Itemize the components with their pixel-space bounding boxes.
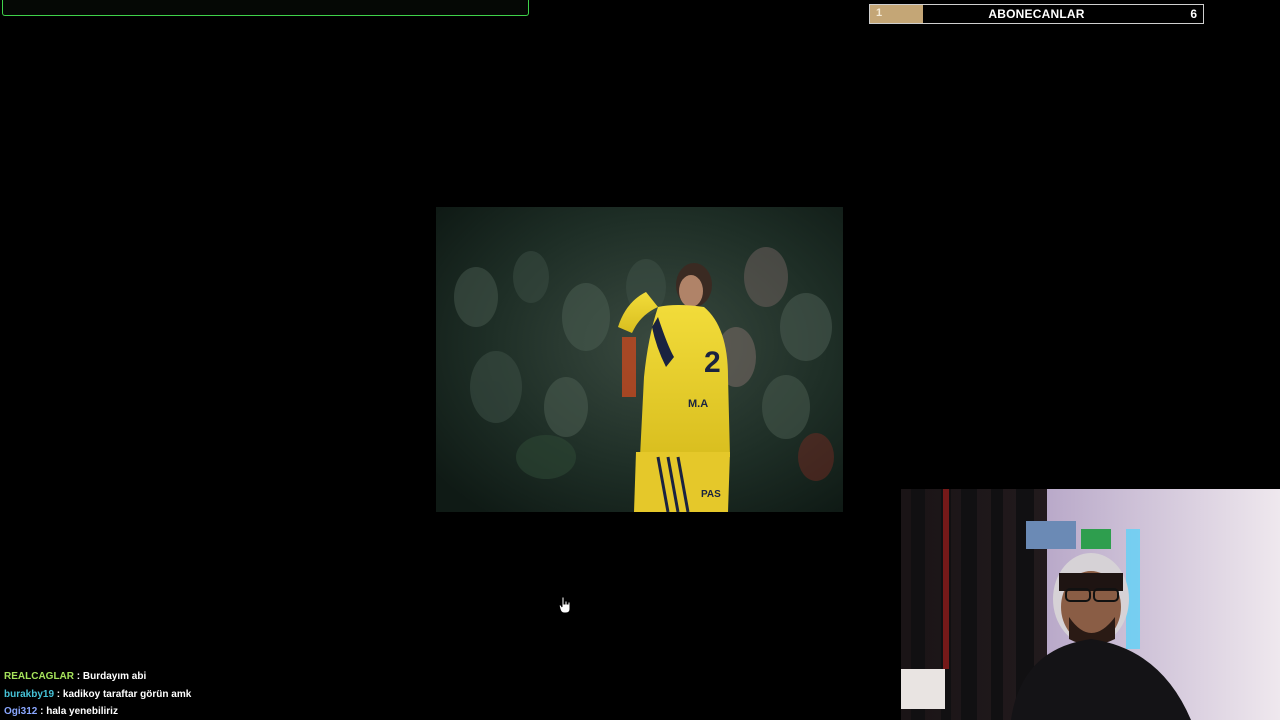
subscriber-goal-end: 6	[1190, 7, 1197, 21]
chat-text: Burdayım abi	[82, 671, 147, 682]
chat-separator: :	[37, 706, 47, 717]
svg-text:2: 2	[704, 346, 721, 379]
svg-text:PAS: PAS	[701, 489, 721, 500]
chat-text: kadikoy taraftar görün amk	[62, 688, 192, 700]
chat-message: REALCAGLAR : Burdayım abi	[4, 668, 524, 686]
chat-username: REALCAGLAR	[4, 671, 74, 682]
chat-username: burakby19	[4, 688, 55, 700]
stream-overlay: 1 ABONECANLAR 6 2 M.A PAS REALCAGLAR: B…	[0, 0, 1280, 720]
chat-message: burakby19 : kadikoy taraftar görün amk	[4, 686, 524, 704]
chat-overlay: REALCAGLAR : Burdayım abi burakby19 : ka…	[4, 668, 524, 720]
hand-pointer-icon	[558, 596, 572, 614]
media-player[interactable]: 2 M.A PAS	[436, 207, 843, 512]
goal-progress-bar	[2, 0, 529, 16]
chat-separator: :	[74, 671, 83, 682]
chat-message: Ogi312 : hala yenebiliriz	[4, 703, 524, 720]
webcam-feed	[901, 489, 1280, 720]
football-player-image: 2 M.A PAS	[436, 207, 843, 512]
chat-username: Ogi312	[4, 706, 38, 717]
streamer-webcam-image	[901, 489, 1280, 720]
subscriber-goal-label: ABONECANLAR	[988, 7, 1085, 21]
chat-text: hala yenebiliriz	[46, 706, 118, 717]
svg-text:M.A: M.A	[688, 398, 708, 410]
subscriber-goal-bar: 1 ABONECANLAR 6	[869, 4, 1204, 24]
chat-separator: :	[54, 688, 63, 700]
